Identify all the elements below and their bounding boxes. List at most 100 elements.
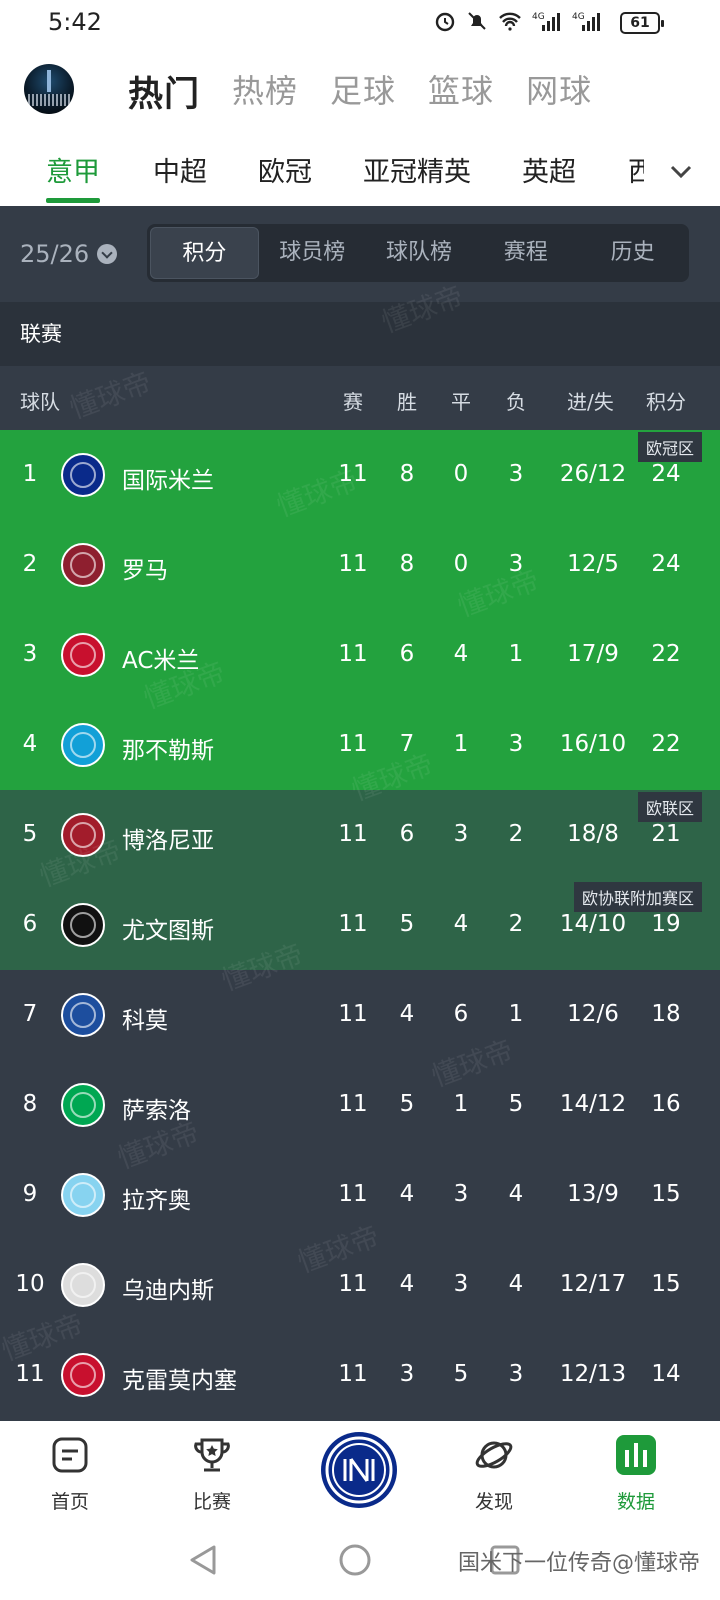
table-row[interactable]: 11 克雷莫内塞 11 3 5 3 12/13 14: [0, 1330, 720, 1420]
team-name: 尤文图斯: [122, 918, 214, 944]
team-name: 那不勒斯: [122, 738, 214, 764]
cell-drawn: 1: [453, 1091, 469, 1117]
cell-won: 4: [399, 1181, 415, 1207]
table-row[interactable]: 9 拉齐奥 11 4 3 4 13/9 15: [0, 1150, 720, 1240]
team-logo-icon: [61, 723, 105, 767]
cell-goals: 13/9: [567, 1181, 619, 1207]
status-bar: 5:42 4G 4G 61: [0, 0, 720, 46]
cell-goals: 12/6: [567, 1001, 619, 1027]
team-rank: 8: [22, 1091, 38, 1117]
league-tab-ucl[interactable]: 欧冠: [258, 150, 312, 189]
segment-player-rank[interactable]: 球员榜: [259, 227, 366, 279]
team-rank: 7: [22, 1001, 38, 1027]
segment-fixtures[interactable]: 赛程: [472, 227, 579, 279]
league-tab-csl[interactable]: 中超: [153, 150, 207, 189]
cell-points: 14: [651, 1361, 681, 1387]
table-row[interactable]: 10 乌迪内斯 11 4 3 4 12/17 15: [0, 1240, 720, 1330]
team-logo-icon: [61, 543, 105, 587]
table-row[interactable]: 5 博洛尼亚 11 6 3 2 18/8 21 欧联区: [0, 790, 720, 880]
cell-won: 5: [399, 1091, 415, 1117]
table-row[interactable]: 6 尤文图斯 11 5 4 2 14/10 19 欧协联附加赛区: [0, 880, 720, 970]
cell-goals: 16/10: [559, 731, 627, 757]
cell-won: 7: [399, 731, 415, 757]
avatar[interactable]: [24, 64, 74, 114]
top-tabs: 热门 热榜 足球 篮球 网球: [128, 66, 592, 117]
league-tabs: 意甲 中超 欧冠 亚冠精英 英超 西: [0, 136, 720, 206]
team-logo-icon: [61, 453, 105, 497]
segment-standings[interactable]: 积分: [150, 227, 259, 279]
signal-4g-icon: 4G: [532, 12, 560, 31]
system-nav-bar: 国米下一位传奇@懂球帝: [0, 1521, 720, 1600]
chevron-down-icon[interactable]: [668, 158, 694, 184]
header-points: 积分: [646, 390, 686, 414]
season-selector[interactable]: 25/26: [20, 240, 118, 268]
cell-goals: 14/12: [559, 1091, 627, 1117]
segment-team-rank[interactable]: 球队榜: [366, 227, 473, 279]
cell-won: 3: [399, 1361, 415, 1387]
cell-won: 6: [399, 641, 415, 667]
team-name: 国际米兰: [122, 468, 214, 494]
cell-won: 4: [399, 1001, 415, 1027]
cell-goals: 17/9: [567, 641, 619, 667]
nav-data[interactable]: 数据: [596, 1435, 676, 1514]
nav-discover-label: 发现: [474, 1491, 513, 1513]
table-row[interactable]: 8 萨索洛 11 5 1 5 14/12 16: [0, 1060, 720, 1150]
battery-indicator: 61: [620, 12, 664, 34]
segment-history[interactable]: 历史: [579, 227, 686, 279]
nav-center-team[interactable]: [320, 1431, 398, 1509]
league-tab-epl[interactable]: 英超: [522, 150, 576, 189]
table-row[interactable]: 4 那不勒斯 11 7 1 3 16/10 22: [0, 700, 720, 790]
tab-tennis[interactable]: 网球: [526, 66, 592, 117]
team-logo-icon: [61, 1083, 105, 1127]
tab-football[interactable]: 足球: [330, 66, 396, 117]
table-row[interactable]: 1 国际米兰 11 8 0 3 26/12 24 欧冠区: [0, 430, 720, 520]
cell-goals: 12/5: [567, 551, 619, 577]
table-row[interactable]: 7 科莫 11 4 6 1 12/6 18: [0, 970, 720, 1060]
league-tab-serie-a[interactable]: 意甲: [46, 150, 100, 189]
nav-home-label: 首页: [50, 1491, 89, 1513]
team-name: 罗马: [122, 558, 168, 584]
trophy-icon: [194, 1438, 230, 1472]
cell-drawn: 1: [453, 731, 469, 757]
status-icons: 4G 4G: [434, 10, 602, 32]
cell-points: 21: [651, 821, 681, 847]
cell-goals: 14/10: [559, 911, 627, 937]
cell-played: 11: [338, 1271, 368, 1297]
team-name: 乌迪内斯: [122, 1278, 214, 1304]
tab-trending[interactable]: 热榜: [232, 66, 298, 117]
cell-won: 8: [399, 461, 415, 487]
cell-points: 15: [651, 1181, 681, 1207]
cell-points: 24: [651, 551, 681, 577]
cell-lost: 1: [508, 1001, 524, 1027]
table-row[interactable]: 3 AC米兰 11 6 4 1 17/9 22: [0, 610, 720, 700]
nav-matches[interactable]: 比赛: [172, 1435, 252, 1514]
team-name: 拉齐奥: [122, 1188, 191, 1214]
table-header: 球队 赛 胜 平 负 进/失 积分: [0, 366, 720, 430]
nav-discover[interactable]: 发现: [454, 1435, 534, 1514]
cell-played: 11: [338, 1091, 368, 1117]
tab-basketball[interactable]: 篮球: [428, 66, 494, 117]
svg-text:4G: 4G: [532, 12, 545, 22]
nav-home[interactable]: 首页: [30, 1435, 110, 1514]
cell-goals: 12/17: [559, 1271, 627, 1297]
team-name: 科莫: [122, 1008, 168, 1034]
section-label: 联赛: [0, 302, 720, 366]
home-circle-icon[interactable]: [338, 1543, 372, 1577]
chevron-down-icon: [97, 244, 118, 264]
zone-badge: 欧冠区: [637, 432, 702, 462]
cell-won: 6: [399, 821, 415, 847]
cell-won: 8: [399, 551, 415, 577]
team-logo-icon: [61, 1263, 105, 1307]
cell-played: 11: [338, 1181, 368, 1207]
tab-hot[interactable]: 热门: [128, 66, 200, 117]
cell-lost: 3: [508, 551, 524, 577]
league-tab-acl-elite[interactable]: 亚冠精英: [363, 150, 471, 189]
cell-lost: 3: [508, 731, 524, 757]
team-rank: 4: [22, 731, 38, 757]
header-team: 球队: [20, 390, 60, 414]
team-rank: 2: [22, 551, 38, 577]
standings-panel: 25/26 积分 球员榜 球队榜 赛程 历史 联赛 球队 赛 胜 平 负 进/失…: [0, 206, 720, 1421]
table-row[interactable]: 2 罗马 11 8 0 3 12/5 24: [0, 520, 720, 610]
back-icon[interactable]: [186, 1543, 220, 1577]
league-tab-laliga[interactable]: 西: [628, 150, 644, 189]
